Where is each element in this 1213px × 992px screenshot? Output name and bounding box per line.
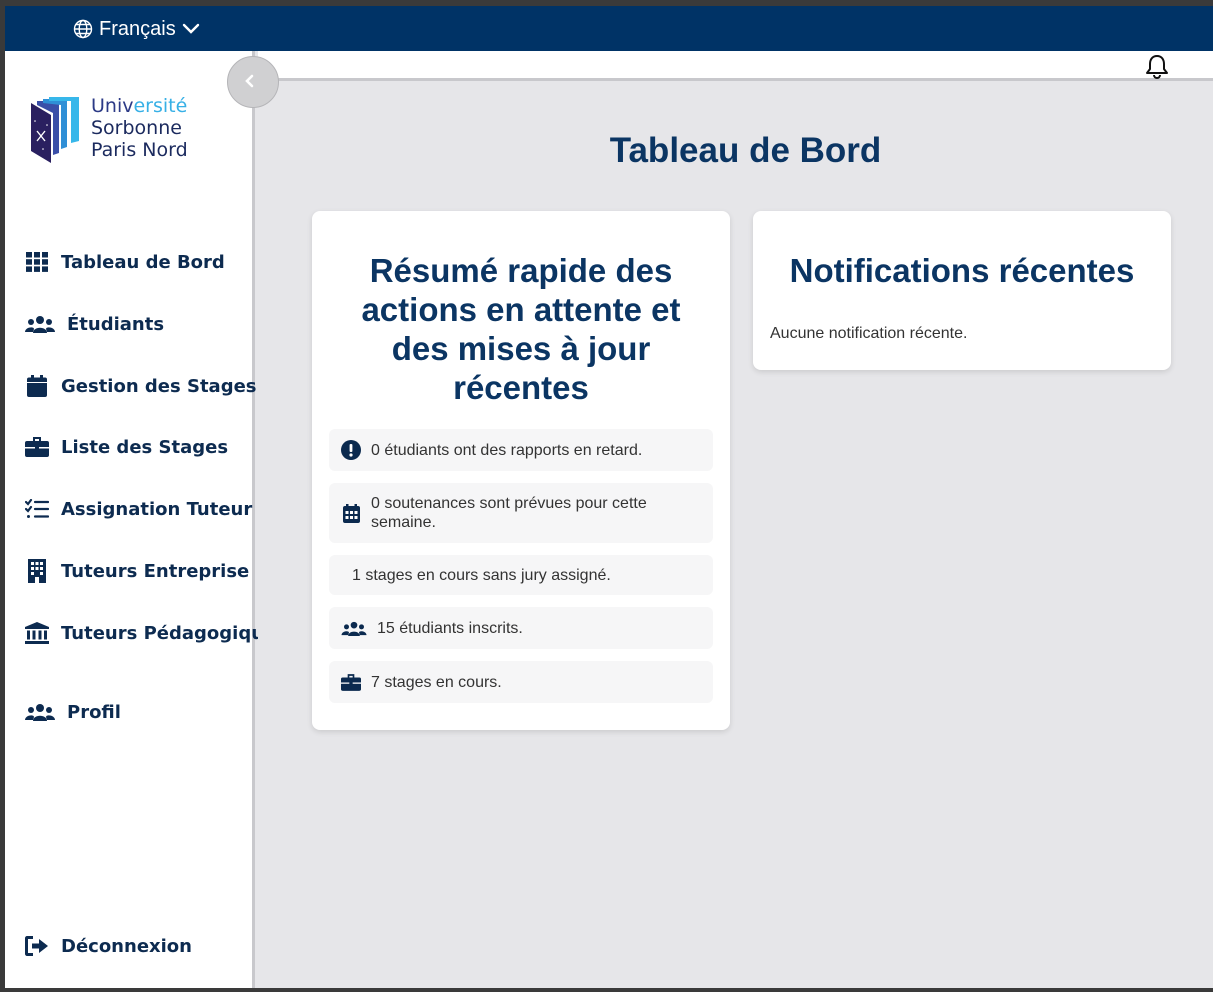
summary-card-title: Résumé rapide des actions en attente et … — [361, 252, 681, 406]
users-icon — [341, 621, 367, 636]
chevron-left-icon — [244, 72, 254, 93]
summary-item-no-jury: 1 stages en cours sans jury assigné. — [329, 555, 713, 595]
checklist-icon — [25, 497, 49, 521]
building-icon — [25, 559, 49, 583]
summary-item-text: 7 stages en cours. — [371, 673, 502, 691]
summary-card: Résumé rapide des actions en attente et … — [312, 211, 730, 730]
summary-item-text: 0 soutenances sont prévues pour cette se… — [371, 495, 647, 531]
sidebar-item-etudiants[interactable]: Étudiants — [25, 312, 164, 336]
sidebar-item-tuteurs-pedagogiques[interactable]: Tuteurs Pédagogiques — [25, 621, 287, 645]
users-icon — [25, 700, 55, 724]
main-header — [258, 51, 1213, 81]
sidebar-item-label: Tableau de Bord — [61, 251, 225, 273]
notifications-card: Notifications récentes Aucune notificati… — [753, 211, 1171, 370]
globe-icon — [73, 19, 93, 39]
sidebar-item-label: Assignation Tuteur — [61, 498, 253, 520]
chevron-down-icon — [182, 23, 200, 35]
language-selector[interactable]: Français — [73, 16, 200, 42]
summary-item-late-reports: 0 étudiants ont des rapports en retard. — [329, 429, 713, 471]
sidebar-item-label: Profil — [67, 701, 121, 723]
sign-out-icon — [25, 934, 49, 958]
notifications-empty-text: Aucune notification récente. — [770, 325, 968, 342]
university-icon — [25, 621, 49, 645]
main-content: Tableau de Bord Résumé rapide des action… — [258, 51, 1213, 988]
grid-icon — [25, 250, 49, 274]
sidebar-item-gestion-des-stages[interactable]: Gestion des Stages — [25, 374, 257, 398]
summary-item-text: 0 étudiants ont des rapports en retard. — [371, 441, 643, 459]
logo-text: Université Sorbonne Paris Nord — [91, 95, 188, 161]
users-icon — [25, 312, 55, 336]
logout-label: Déconnexion — [61, 935, 192, 957]
sidebar-item-label: Tuteurs Entreprise — [61, 560, 250, 582]
bell-icon[interactable] — [1145, 54, 1169, 85]
sidebar: Université Sorbonne Paris Nord Tableau d… — [5, 51, 287, 988]
top-bar: Français — [5, 6, 1213, 51]
summary-item-text: 1 stages en cours sans jury assigné. — [352, 566, 611, 584]
briefcase-icon — [341, 673, 361, 691]
page-title: Tableau de Bord — [609, 131, 882, 170]
sidebar-item-tableau-de-bord[interactable]: Tableau de Bord — [25, 250, 225, 274]
exclamation-circle-icon — [341, 440, 361, 460]
sidebar-item-label: Liste des Stages — [61, 436, 229, 458]
summary-item-defenses: 0 soutenances sont prévues pour cette se… — [329, 483, 713, 543]
university-logo: Université Sorbonne Paris Nord — [29, 95, 189, 167]
sidebar-item-profil[interactable]: Profil — [25, 700, 121, 724]
summary-item-ongoing-internships: 7 stages en cours. — [329, 661, 713, 703]
briefcase-icon — [25, 435, 49, 459]
app-window: Français Université Sorbonne Paris Nord … — [5, 6, 1213, 988]
sidebar-item-assignation-tuteur[interactable]: Assignation Tuteur — [25, 497, 252, 521]
logo-emblem-icon — [31, 97, 79, 163]
sidebar-item-label: Tuteurs Pédagogiques — [61, 622, 287, 644]
sidebar-item-liste-des-stages[interactable]: Liste des Stages — [25, 435, 228, 459]
summary-item-students: 15 étudiants inscrits. — [329, 607, 713, 649]
language-label: Français — [99, 17, 176, 40]
notifications-card-title: Notifications récentes — [789, 252, 1135, 289]
summary-item-text: 15 étudiants inscrits. — [377, 619, 523, 637]
sidebar-item-label: Étudiants — [67, 313, 165, 335]
logout-button[interactable]: Déconnexion — [25, 934, 192, 958]
sidebar-collapse-button[interactable] — [227, 56, 279, 108]
calendar-icon — [341, 503, 361, 523]
calendar-icon — [25, 374, 49, 398]
sidebar-item-tuteurs-entreprise[interactable]: Tuteurs Entreprise — [25, 559, 249, 583]
sidebar-item-label: Gestion des Stages — [61, 375, 257, 397]
